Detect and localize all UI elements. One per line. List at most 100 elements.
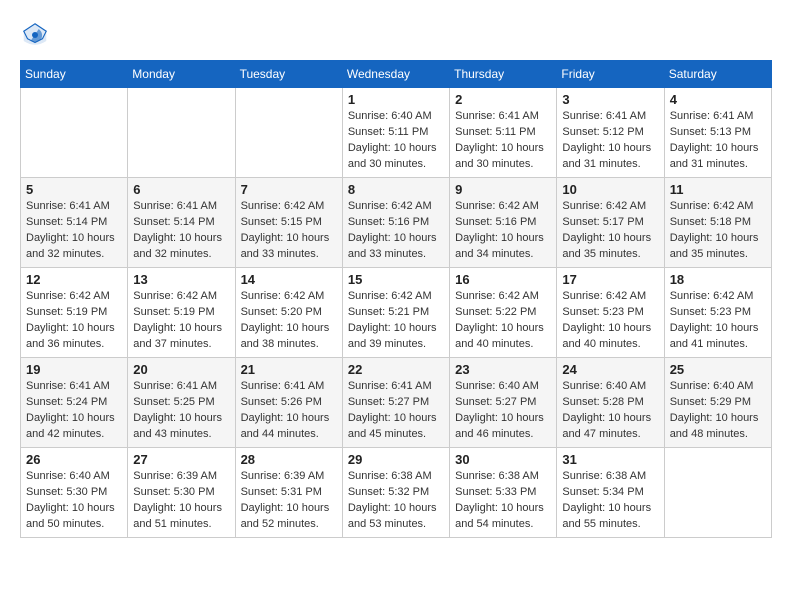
weekday-header-thursday: Thursday — [450, 61, 557, 88]
calendar-cell: 3Sunrise: 6:41 AMSunset: 5:12 PMDaylight… — [557, 88, 664, 178]
day-info: Sunrise: 6:42 AMSunset: 5:15 PMDaylight:… — [241, 199, 337, 263]
calendar-cell: 6Sunrise: 6:41 AMSunset: 5:14 PMDaylight… — [128, 178, 235, 268]
calendar-cell: 17 Sunrise: 6:42 AMSunset: 5:23 PMDayligh… — [557, 268, 664, 358]
calendar-cell: 26 Sunrise: 6:40 AMSunset: 5:30 PMDayligh… — [21, 448, 128, 538]
logo — [20, 20, 54, 50]
day-number: 3 — [562, 92, 658, 107]
calendar-cell: 19 Sunrise: 6:41 AMSunset: 5:24 PMDayligh… — [21, 358, 128, 448]
weekday-header-sunday: Sunday — [21, 61, 128, 88]
day-number: 20 — [133, 362, 229, 377]
calendar-cell: 8 Sunrise: 6:42 AMSunset: 5:16 PMDaylight… — [342, 178, 449, 268]
calendar-cell: 21 Sunrise: 6:41 AMSunset: 5:26 PMDayligh… — [235, 358, 342, 448]
weekday-header-monday: Monday — [128, 61, 235, 88]
calendar-cell: 1 Sunrise: 6:40 AMSunset: 5:11 PMDaylight… — [342, 88, 449, 178]
day-number: 9 — [455, 182, 551, 197]
day-info: Sunrise: 6:42 AMSunset: 5:19 PMDaylight:… — [26, 289, 122, 353]
calendar-cell: 9 Sunrise: 6:42 AMSunset: 5:16 PMDaylight… — [450, 178, 557, 268]
day-number: 22 — [348, 362, 444, 377]
calendar-cell: 16 Sunrise: 6:42 AMSunset: 5:22 PMDayligh… — [450, 268, 557, 358]
day-number: 24 — [562, 362, 658, 377]
day-number: 8 — [348, 182, 444, 197]
day-number: 17 — [562, 272, 658, 287]
day-info: Sunrise: 6:42 AMSunset: 5:22 PMDaylight:… — [455, 289, 551, 353]
day-info: Sunrise: 6:42 AMSunset: 5:23 PMDaylight:… — [670, 289, 766, 353]
day-info: Sunrise: 6:38 AMSunset: 5:33 PMDaylight:… — [455, 469, 551, 533]
weekday-header-saturday: Saturday — [664, 61, 771, 88]
day-info: Sunrise: 6:39 AMSunset: 5:30 PMDaylight:… — [133, 469, 229, 533]
calendar-week-row: 26 Sunrise: 6:40 AMSunset: 5:30 PMDayligh… — [21, 448, 772, 538]
day-number: 2 — [455, 92, 551, 107]
day-number: 25 — [670, 362, 766, 377]
day-number: 18 — [670, 272, 766, 287]
weekday-header-row: SundayMondayTuesdayWednesdayThursdayFrid… — [21, 61, 772, 88]
calendar-cell: 15Sunrise: 6:42 AMSunset: 5:21 PMDayligh… — [342, 268, 449, 358]
day-info: Sunrise: 6:41 AMSunset: 5:27 PMDaylight:… — [348, 379, 444, 443]
calendar-cell: 23 Sunrise: 6:40 AMSunset: 5:27 PMDayligh… — [450, 358, 557, 448]
day-info: Sunrise: 6:42 AMSunset: 5:20 PMDaylight:… — [241, 289, 337, 353]
logo-icon — [20, 20, 50, 50]
calendar-cell: 7Sunrise: 6:42 AMSunset: 5:15 PMDaylight… — [235, 178, 342, 268]
day-info: Sunrise: 6:41 AMSunset: 5:11 PMDaylight:… — [455, 109, 551, 173]
calendar-cell: 22 Sunrise: 6:41 AMSunset: 5:27 PMDayligh… — [342, 358, 449, 448]
calendar-week-row: 5 Sunrise: 6:41 AMSunset: 5:14 PMDaylight… — [21, 178, 772, 268]
weekday-header-wednesday: Wednesday — [342, 61, 449, 88]
day-number: 6 — [133, 182, 229, 197]
day-number: 19 — [26, 362, 122, 377]
calendar-cell: 5 Sunrise: 6:41 AMSunset: 5:14 PMDaylight… — [21, 178, 128, 268]
day-info: Sunrise: 6:42 AMSunset: 5:16 PMDaylight:… — [455, 199, 551, 263]
day-number: 11 — [670, 182, 766, 197]
day-number: 21 — [241, 362, 337, 377]
calendar-week-row: 12 Sunrise: 6:42 AMSunset: 5:19 PMDayligh… — [21, 268, 772, 358]
day-info: Sunrise: 6:38 AMSunset: 5:32 PMDaylight:… — [348, 469, 444, 533]
day-number: 12 — [26, 272, 122, 287]
calendar-cell: 29 Sunrise: 6:38 AMSunset: 5:32 PMDayligh… — [342, 448, 449, 538]
calendar-cell: 10 Sunrise: 6:42 AMSunset: 5:17 PMDayligh… — [557, 178, 664, 268]
weekday-header-friday: Friday — [557, 61, 664, 88]
calendar-cell — [21, 88, 128, 178]
page-header — [20, 20, 772, 50]
day-info: Sunrise: 6:41 AMSunset: 5:24 PMDaylight:… — [26, 379, 122, 443]
day-number: 30 — [455, 452, 551, 467]
day-info: Sunrise: 6:40 AMSunset: 5:29 PMDaylight:… — [670, 379, 766, 443]
day-number: 5 — [26, 182, 122, 197]
day-number: 16 — [455, 272, 551, 287]
day-info: Sunrise: 6:42 AMSunset: 5:21 PMDaylight:… — [348, 289, 444, 353]
day-info: Sunrise: 6:42 AMSunset: 5:18 PMDaylight:… — [670, 199, 766, 263]
day-number: 10 — [562, 182, 658, 197]
calendar-cell: 20 Sunrise: 6:41 AMSunset: 5:25 PMDayligh… — [128, 358, 235, 448]
weekday-header-tuesday: Tuesday — [235, 61, 342, 88]
calendar-cell: 2 Sunrise: 6:41 AMSunset: 5:11 PMDaylight… — [450, 88, 557, 178]
calendar-cell: 27Sunrise: 6:39 AMSunset: 5:30 PMDayligh… — [128, 448, 235, 538]
day-info: Sunrise: 6:42 AMSunset: 5:16 PMDaylight:… — [348, 199, 444, 263]
day-number: 29 — [348, 452, 444, 467]
day-number: 26 — [26, 452, 122, 467]
day-info: Sunrise: 6:39 AMSunset: 5:31 PMDaylight:… — [241, 469, 337, 533]
calendar-cell: 14 Sunrise: 6:42 AMSunset: 5:20 PMDayligh… — [235, 268, 342, 358]
calendar-week-row: 1 Sunrise: 6:40 AMSunset: 5:11 PMDaylight… — [21, 88, 772, 178]
calendar-cell — [235, 88, 342, 178]
day-number: 1 — [348, 92, 444, 107]
day-info: Sunrise: 6:41 AMSunset: 5:14 PMDaylight:… — [26, 199, 122, 263]
calendar-cell: 4Sunrise: 6:41 AMSunset: 5:13 PMDaylight… — [664, 88, 771, 178]
day-info: Sunrise: 6:38 AMSunset: 5:34 PMDaylight:… — [562, 469, 658, 533]
calendar-table: SundayMondayTuesdayWednesdayThursdayFrid… — [20, 60, 772, 538]
day-info: Sunrise: 6:41 AMSunset: 5:25 PMDaylight:… — [133, 379, 229, 443]
calendar-week-row: 19 Sunrise: 6:41 AMSunset: 5:24 PMDayligh… — [21, 358, 772, 448]
calendar-cell: 28 Sunrise: 6:39 AMSunset: 5:31 PMDayligh… — [235, 448, 342, 538]
day-info: Sunrise: 6:41 AMSunset: 5:13 PMDaylight:… — [670, 109, 766, 173]
calendar-cell: 13Sunrise: 6:42 AMSunset: 5:19 PMDayligh… — [128, 268, 235, 358]
calendar-cell: 11 Sunrise: 6:42 AMSunset: 5:18 PMDayligh… — [664, 178, 771, 268]
day-number: 28 — [241, 452, 337, 467]
day-info: Sunrise: 6:42 AMSunset: 5:17 PMDaylight:… — [562, 199, 658, 263]
day-info: Sunrise: 6:41 AMSunset: 5:26 PMDaylight:… — [241, 379, 337, 443]
day-info: Sunrise: 6:40 AMSunset: 5:27 PMDaylight:… — [455, 379, 551, 443]
day-info: Sunrise: 6:40 AMSunset: 5:11 PMDaylight:… — [348, 109, 444, 173]
day-number: 14 — [241, 272, 337, 287]
day-info: Sunrise: 6:42 AMSunset: 5:23 PMDaylight:… — [562, 289, 658, 353]
day-info: Sunrise: 6:40 AMSunset: 5:30 PMDaylight:… — [26, 469, 122, 533]
calendar-cell: 24 Sunrise: 6:40 AMSunset: 5:28 PMDayligh… — [557, 358, 664, 448]
calendar-cell — [128, 88, 235, 178]
calendar-cell: 12 Sunrise: 6:42 AMSunset: 5:19 PMDayligh… — [21, 268, 128, 358]
day-number: 23 — [455, 362, 551, 377]
day-info: Sunrise: 6:40 AMSunset: 5:28 PMDaylight:… — [562, 379, 658, 443]
